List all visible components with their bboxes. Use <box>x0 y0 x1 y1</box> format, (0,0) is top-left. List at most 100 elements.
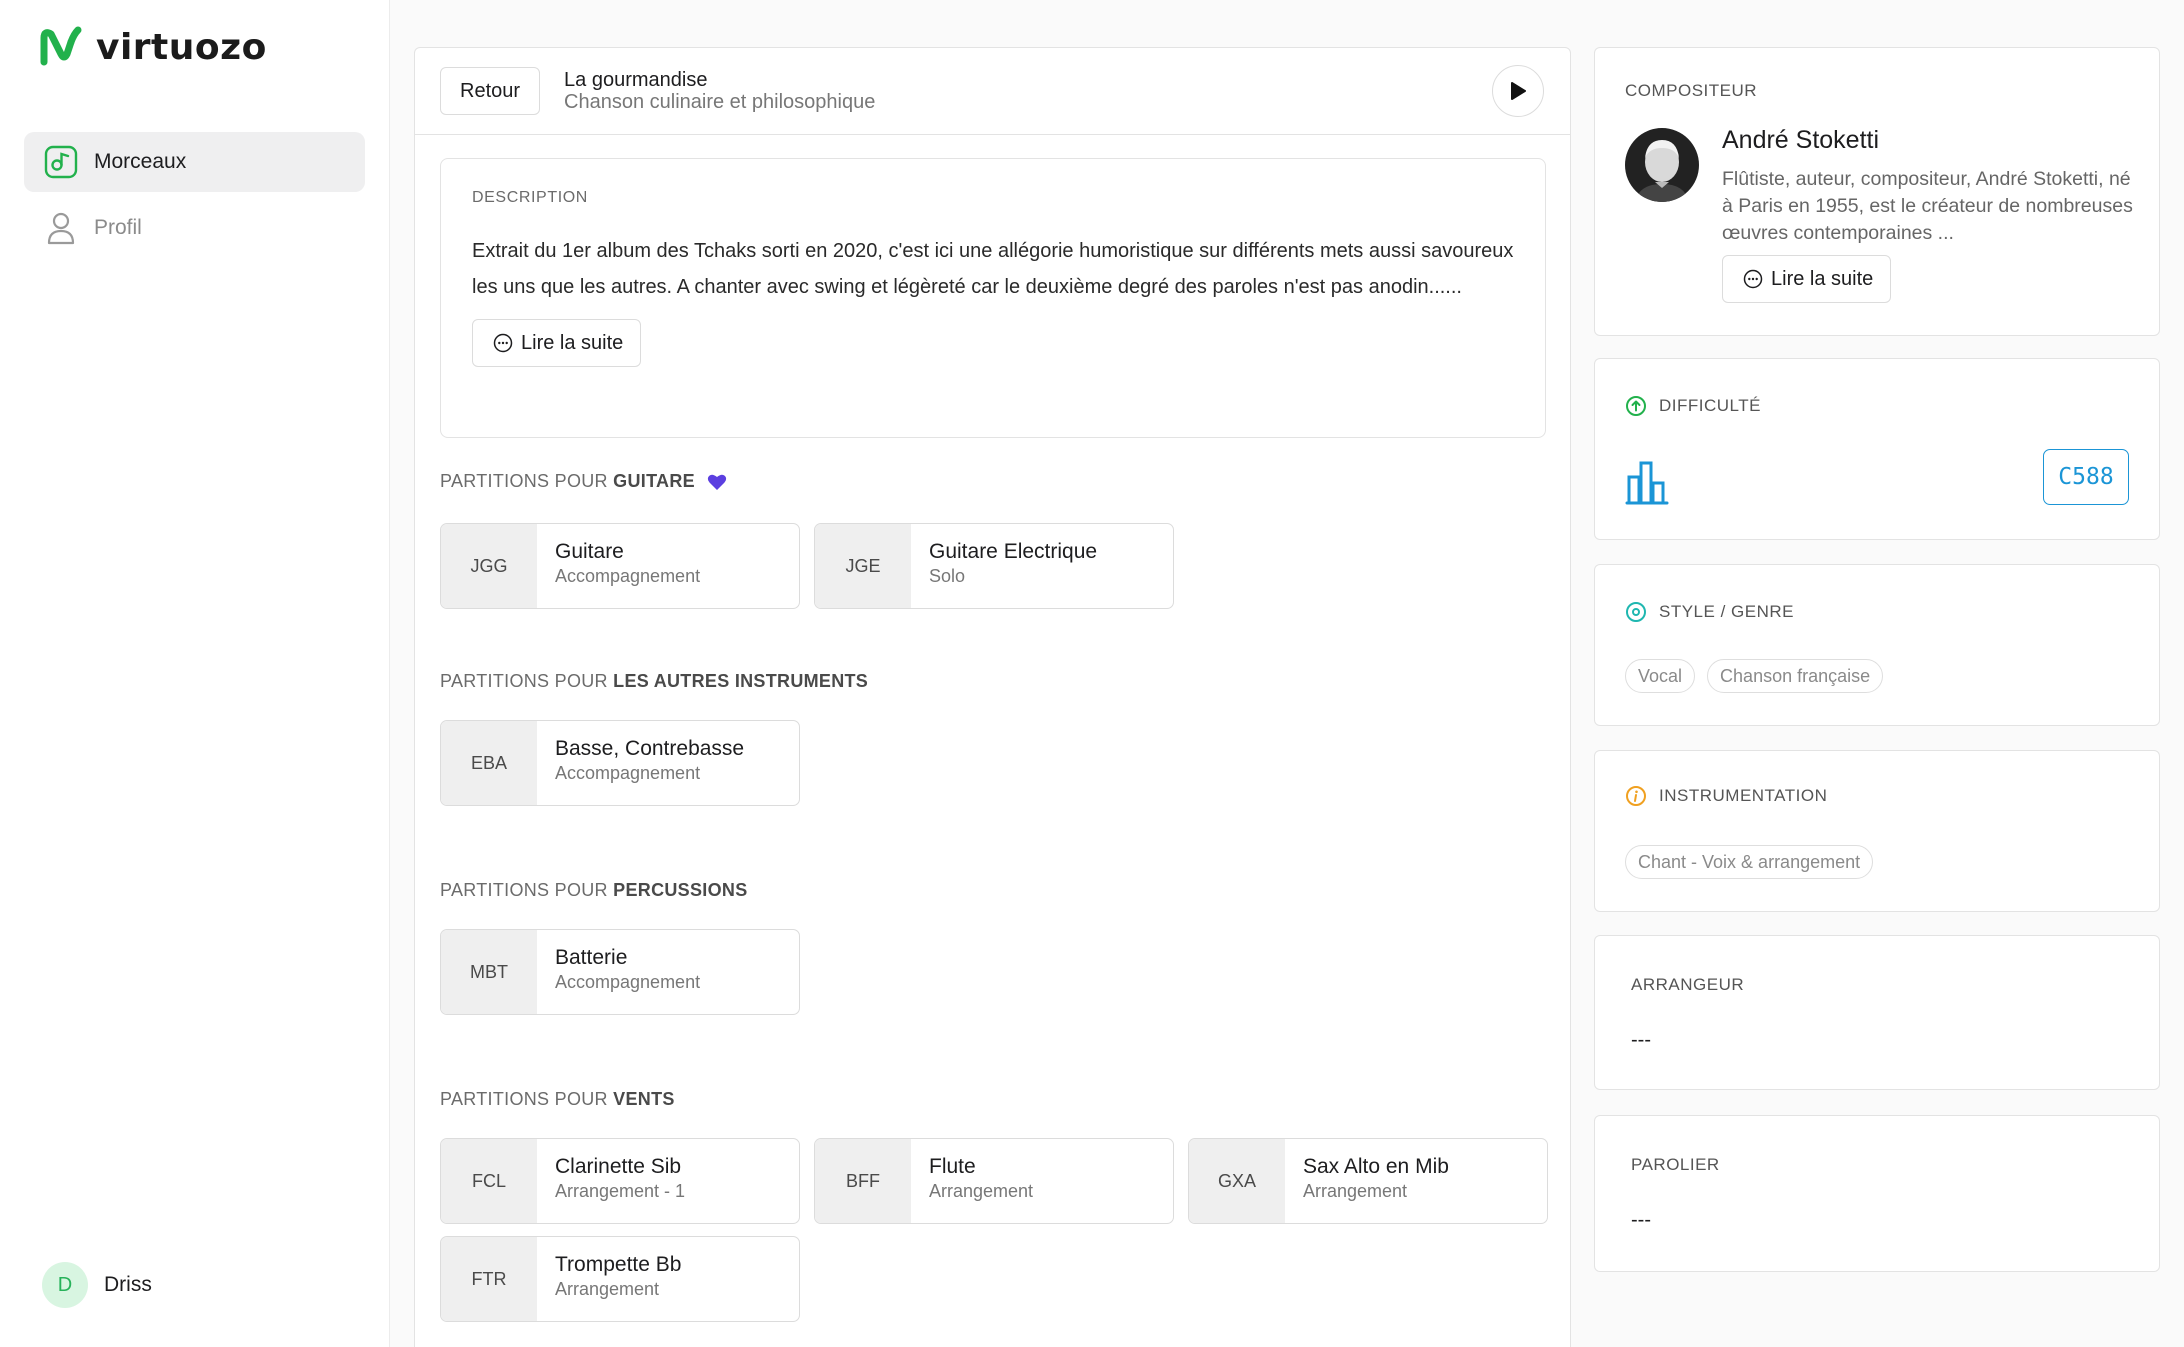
sidebar-item-label: Morceaux <box>94 150 187 173</box>
difficulty-label-row: DIFFICULTÉ <box>1625 395 1761 417</box>
score-card[interactable]: FTR Trompette Bb Arrangement <box>440 1236 800 1322</box>
section-name: LES AUTRES INSTRUMENTS <box>613 671 869 691</box>
score-code: FTR <box>441 1237 537 1321</box>
disc-icon <box>1626 602 1646 622</box>
score-card[interactable]: JGE Guitare Electrique Solo <box>814 523 1174 609</box>
score-card[interactable]: FCL Clarinette Sib Arrangement - 1 <box>440 1138 800 1224</box>
sidebar-item-profil[interactable]: Profil <box>24 198 365 258</box>
section-name: PERCUSSIONS <box>613 880 748 900</box>
lyricist-card: PAROLIER --- <box>1594 1115 2160 1272</box>
scores-percussions: MBT Batterie Accompagnement <box>440 929 1560 1015</box>
composer-name: André Stoketti <box>1722 126 1880 154</box>
score-type: Arrangement - 1 <box>555 1181 686 1201</box>
instrumentation-card: INSTRUMENTATION Chant - Voix & arrangeme… <box>1594 750 2160 912</box>
score-card[interactable]: JGG Guitare Accompagnement <box>440 523 800 609</box>
style-chips: Vocal Chanson française <box>1625 659 1884 693</box>
sidebar: virtuozo Morceaux Profil D Driss <box>0 0 390 1347</box>
score-code: JGE <box>815 524 911 608</box>
section-title-autres: PARTITIONS POUR LES AUTRES INSTRUMENTS <box>440 671 868 692</box>
score-name: Guitare <box>555 540 624 563</box>
section-name: GUITARE <box>613 471 695 491</box>
score-type: Accompagnement <box>555 566 701 586</box>
section-title-guitare: PARTITIONS POUR GUITARE <box>440 471 727 492</box>
sidebar-item-morceaux[interactable]: Morceaux <box>24 132 365 192</box>
music-note-icon <box>44 145 78 179</box>
description-text: Extrait du 1er album des Tchaks sorti en… <box>472 240 1514 298</box>
play-button[interactable] <box>1492 65 1544 117</box>
difficulty-label: DIFFICULTÉ <box>1659 396 1761 415</box>
score-code: BFF <box>815 1139 911 1223</box>
more-icon <box>1743 269 1763 289</box>
app-name: virtuozo <box>96 26 267 68</box>
info-icon <box>1626 786 1646 806</box>
score-type: Arrangement <box>1303 1181 1408 1201</box>
heart-icon[interactable] <box>707 473 727 491</box>
composer-photo <box>1625 128 1699 202</box>
style-card: STYLE / GENRE Vocal Chanson française <box>1594 564 2160 726</box>
page-subtitle: Chanson culinaire et philosophique <box>564 91 876 113</box>
user-icon <box>44 211 78 245</box>
score-type: Arrangement <box>929 1181 1034 1201</box>
style-label: STYLE / GENRE <box>1659 602 1794 621</box>
section-prefix: PARTITIONS POUR <box>440 671 608 691</box>
description-label: DESCRIPTION <box>472 189 588 206</box>
score-card[interactable]: BFF Flute Arrangement <box>814 1138 1174 1224</box>
arranger-card: ARRANGEUR --- <box>1594 935 2160 1090</box>
read-more-button[interactable]: Lire la suite <box>472 319 642 367</box>
main-panel: Retour La gourmandise Chanson culinaire … <box>414 47 1571 1347</box>
bar-chart-icon <box>1625 461 1669 505</box>
read-more-label: Lire la suite <box>1771 267 1874 290</box>
section-title-vents: PARTITIONS POUR VENTS <box>440 1089 675 1110</box>
score-name: Clarinette Sib <box>555 1155 682 1178</box>
composer-card: COMPOSITEUR André Stoketti Flûtiste, aut… <box>1594 47 2160 336</box>
difficulty-level-badge: C588 <box>2043 449 2129 505</box>
back-button[interactable]: Retour <box>440 67 541 115</box>
composer-label: COMPOSITEUR <box>1625 81 1758 100</box>
section-prefix: PARTITIONS POUR <box>440 1089 608 1109</box>
arrow-up-circle-icon <box>1626 396 1646 416</box>
composer-read-more-button[interactable]: Lire la suite <box>1722 255 1892 303</box>
instrumentation-chips: Chant - Voix & arrangement <box>1625 845 1874 879</box>
score-name: Sax Alto en Mib <box>1303 1155 1449 1178</box>
sidebar-nav: Morceaux Profil <box>24 132 365 264</box>
score-card[interactable]: GXA Sax Alto en Mib Arrangement <box>1188 1138 1548 1224</box>
arranger-label: ARRANGEUR <box>1631 975 1745 994</box>
score-code: JGG <box>441 524 537 608</box>
score-name: Guitare Electrique <box>929 540 1098 563</box>
instrumentation-chip[interactable]: Chant - Voix & arrangement <box>1625 845 1874 879</box>
play-icon <box>1511 82 1526 100</box>
score-type: Arrangement <box>555 1279 660 1299</box>
instrumentation-label-row: INSTRUMENTATION <box>1625 785 1827 807</box>
lyricist-label: PAROLIER <box>1631 1155 1720 1174</box>
sidebar-item-label: Profil <box>94 216 142 239</box>
avatar: D <box>42 1262 88 1308</box>
score-code: MBT <box>441 930 537 1014</box>
score-name: Trompette Bb <box>555 1253 682 1276</box>
lyricist-value: --- <box>1631 1209 1651 1231</box>
read-more-label: Lire la suite <box>521 331 624 354</box>
section-title-percussions: PARTITIONS POUR PERCUSSIONS <box>440 880 748 901</box>
genre-chip[interactable]: Chanson française <box>1707 659 1884 693</box>
score-card[interactable]: MBT Batterie Accompagnement <box>440 929 800 1015</box>
title-block: La gourmandise Chanson culinaire et phil… <box>564 69 875 113</box>
score-card[interactable]: EBA Basse, Contrebasse Accompagnement <box>440 720 800 806</box>
genre-chip[interactable]: Vocal <box>1625 659 1696 693</box>
scores-autres: EBA Basse, Contrebasse Accompagnement <box>440 720 1560 806</box>
score-type: Accompagnement <box>555 972 701 992</box>
section-name: VENTS <box>613 1089 675 1109</box>
style-label-row: STYLE / GENRE <box>1625 601 1794 623</box>
score-code: FCL <box>441 1139 537 1223</box>
logo[interactable]: virtuozo <box>40 24 267 70</box>
score-code: EBA <box>441 721 537 805</box>
user-name: Driss <box>104 1273 152 1296</box>
logo-icon <box>40 26 82 66</box>
score-name: Basse, Contrebasse <box>555 737 745 760</box>
score-type: Solo <box>929 566 966 586</box>
more-icon <box>493 333 513 353</box>
app-root: virtuozo Morceaux Profil D Driss Retour … <box>0 0 2184 1347</box>
page-title: La gourmandise <box>564 69 708 91</box>
page-header: Retour La gourmandise Chanson culinaire … <box>415 48 1570 135</box>
scores-guitare: JGG Guitare Accompagnement JGE Guitare El… <box>440 523 1560 609</box>
score-name: Batterie <box>555 946 628 969</box>
user-menu[interactable]: D Driss <box>42 1262 152 1308</box>
